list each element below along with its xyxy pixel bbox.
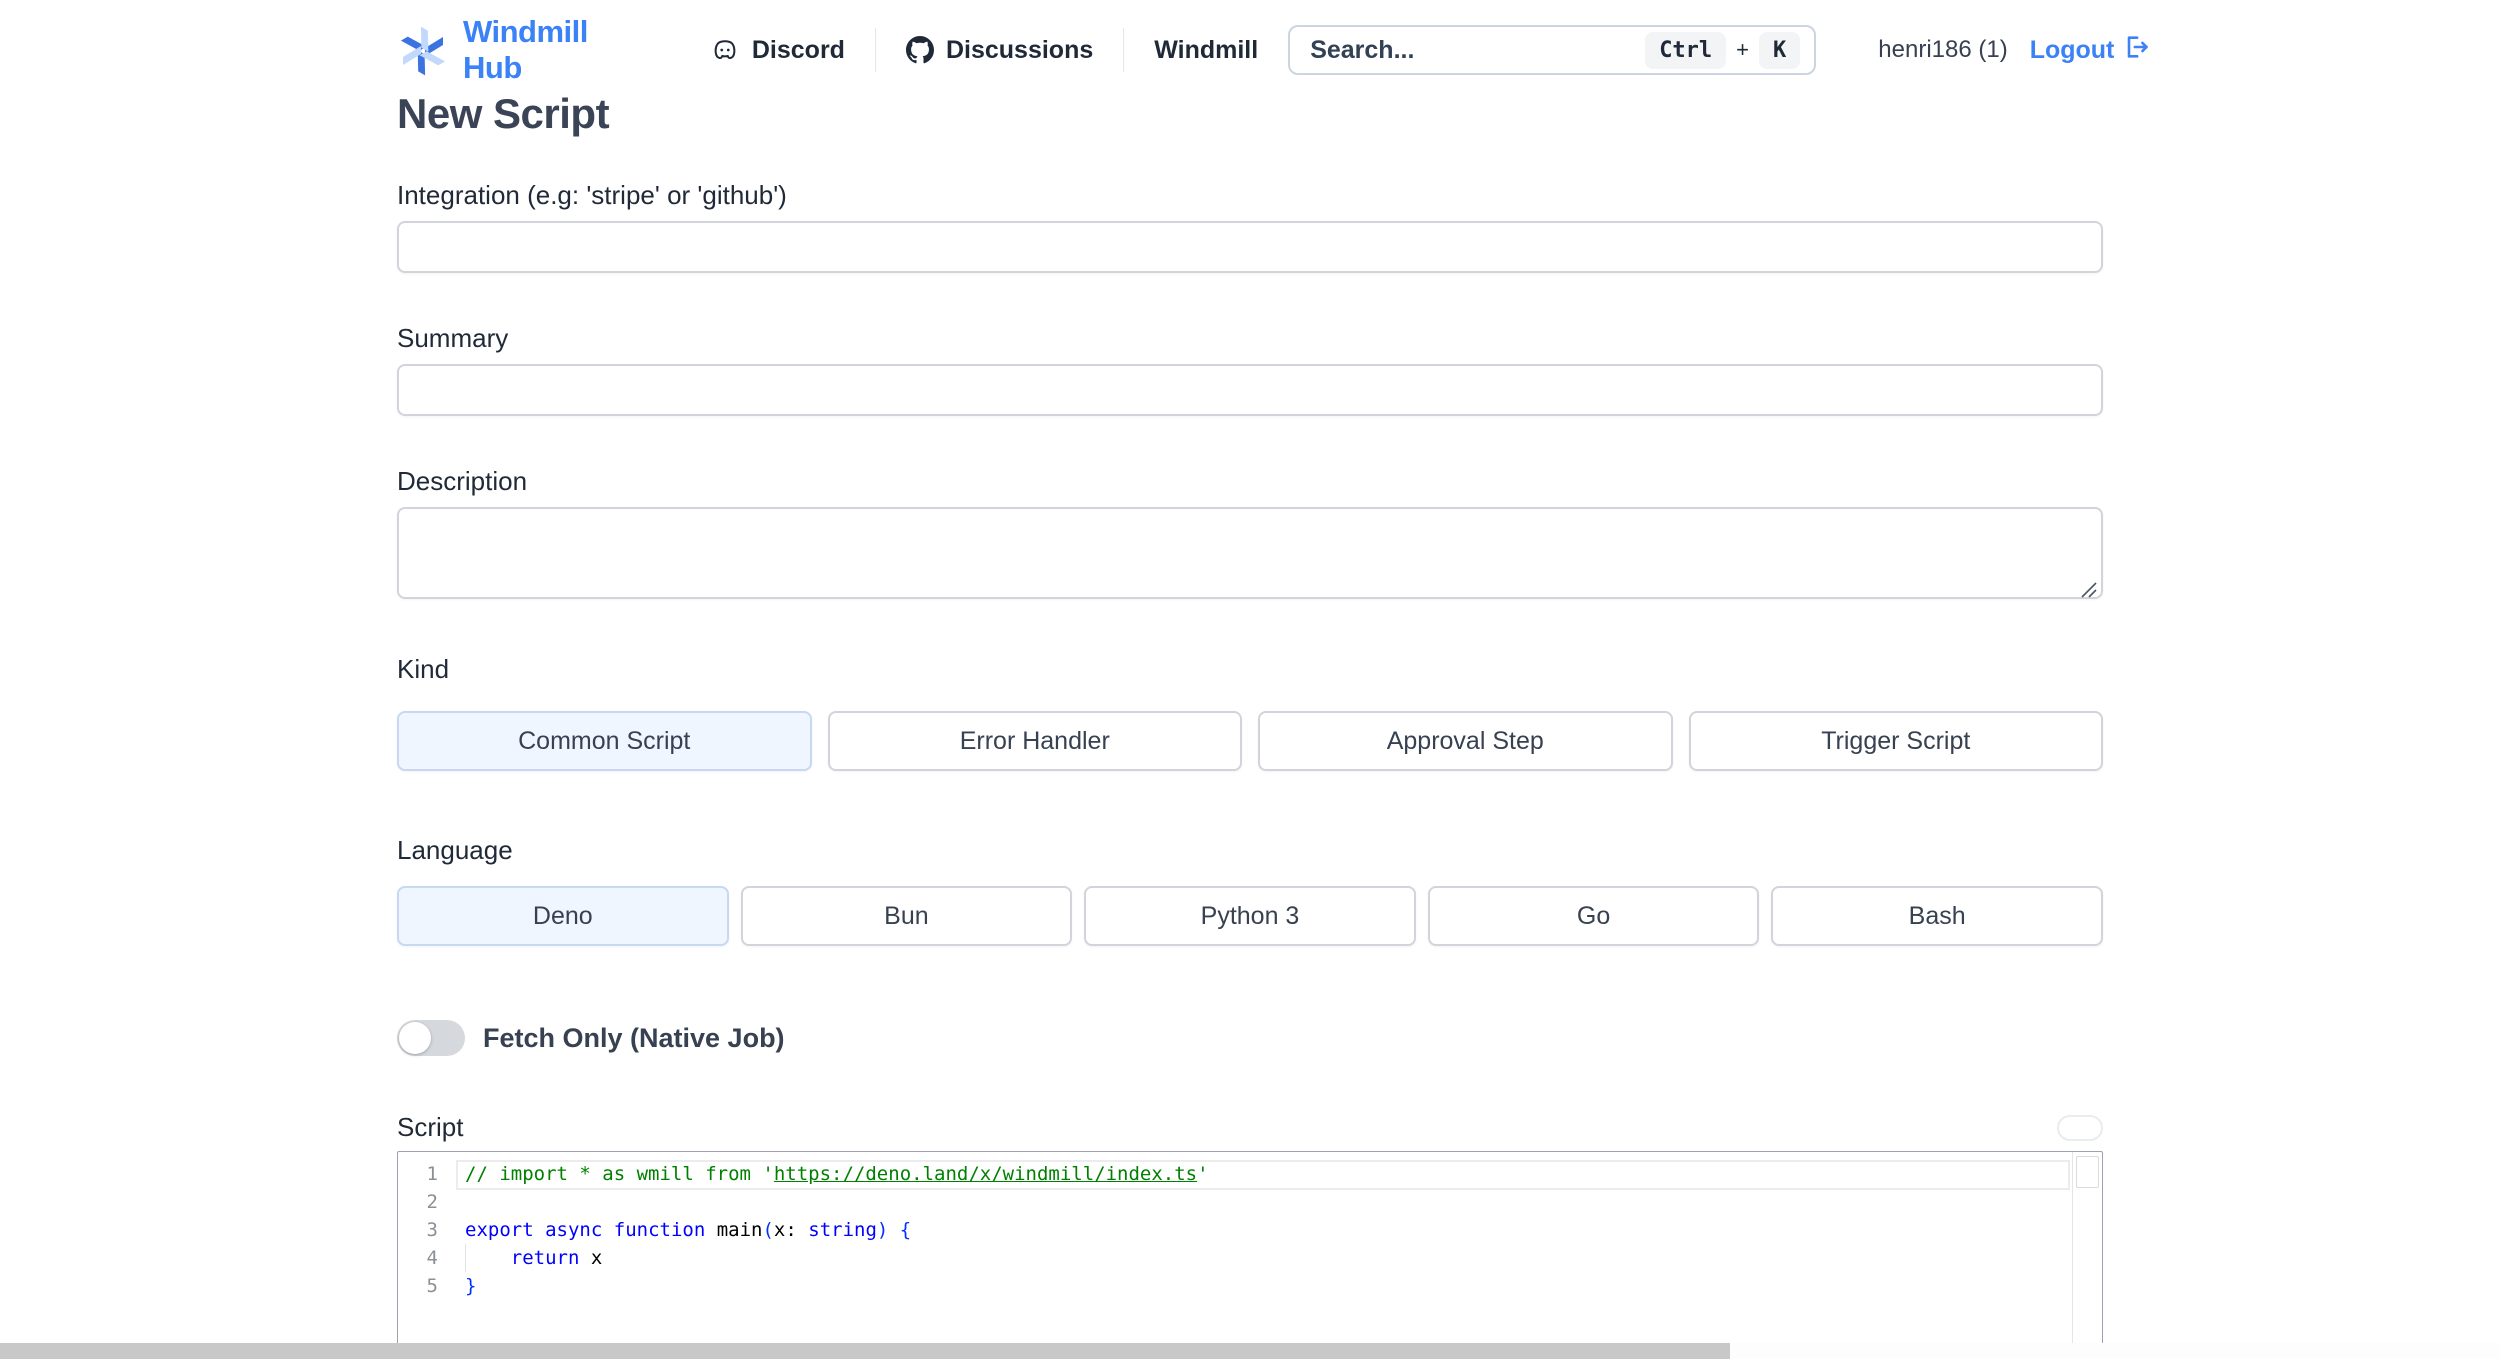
integration-label: Integration (e.g: 'stripe' or 'github') [397,180,787,210]
kbd-ctrl: Ctrl [1645,31,1727,69]
toggle-knob-icon [399,1022,431,1054]
code-line-2[interactable]: 2 [398,1188,2102,1216]
nav-discussions[interactable]: Discussions [876,36,1123,65]
kind-label: Kind [397,654,450,684]
kind-option-common-script[interactable]: Common Script [397,711,812,771]
windmill-hub-logo[interactable]: Windmill Hub [397,14,588,86]
language-option-go[interactable]: Go [1427,886,1760,946]
code-lines: 1 // import * as wmill from 'https://deno… [398,1152,2102,1300]
brand-name: Windmill Hub [463,14,588,85]
line-number: 4 [426,1247,438,1269]
language-option-bun[interactable]: Bun [740,886,1073,946]
kind-option-trigger-script[interactable]: Trigger Script [1688,711,2103,771]
language-options: Deno Bun Python 3 Go Bash [397,886,2103,946]
description-label: Description [397,466,528,496]
description-textarea[interactable] [397,507,2103,599]
logout-label: Logout [2029,35,2115,64]
code-text: export async function main(x: string) { [465,1219,912,1241]
nav-windmill-label: Windmill [1154,35,1259,64]
search-input[interactable] [1310,35,1646,65]
kind-option-error-handler[interactable]: Error Handler [827,711,1242,771]
line-number: 3 [426,1219,438,1241]
nav-discord[interactable]: Discord [680,35,875,65]
kbd-plus: + [1736,37,1750,62]
line-number: 5 [426,1275,438,1297]
summary-input[interactable] [397,364,2103,416]
code-line-5[interactable]: 5} [398,1272,2102,1300]
kind-options: Common Script Error Handler Approval Step T… [397,711,2103,771]
user-area: henri186 (1) Logout [1878,33,2150,68]
nav-discord-label: Discord [751,35,845,64]
code-line-4[interactable]: 4 return x [398,1244,2102,1272]
script-label: Script [397,1112,464,1142]
summary-label: Summary [397,323,509,353]
language-label: Language [397,835,513,865]
username: henri186 (1) [1878,36,2008,63]
logout-button[interactable]: Logout [2030,33,2151,68]
integration-input[interactable] [397,221,2103,273]
kbd-k: K [1759,31,1801,69]
fetch-only-toggle[interactable] [397,1020,465,1056]
language-option-python-3[interactable]: Python 3 [1084,886,1416,946]
horizontal-scrollbar-thumb[interactable] [0,1343,1730,1359]
windmill-logo-icon [397,24,449,76]
kind-option-approval-step[interactable]: Approval Step [1258,711,1673,771]
minimap-slider[interactable] [2076,1156,2099,1188]
code-line-3[interactable]: 3 export async function main(x: string) { [398,1216,2102,1244]
github-icon [905,36,934,64]
code-line-1[interactable]: 1 // import * as wmill from 'https://deno… [398,1160,2102,1190]
code-text: // import * as wmill from 'https://deno.… [465,1163,1209,1185]
discord-icon [710,35,740,65]
header: Windmill Hub Discord Discussions Windmil… [397,0,2149,85]
nav-discussions-label: Discussions [945,35,1094,64]
logout-icon [2122,33,2150,68]
fetch-only-row: Fetch Only (Native Job) [397,1020,2103,1056]
fetch-only-label: Fetch Only (Native Job) [483,1022,785,1053]
page-title: New Script [397,90,610,137]
editor-toggle-pill[interactable] [2057,1114,2103,1141]
search-box[interactable]: Ctrl + K [1288,25,1817,75]
nav-windmill[interactable]: Windmill [1124,36,1288,65]
code-text: return x [510,1247,603,1269]
language-option-deno[interactable]: Deno [397,886,729,946]
line-number: 1 [426,1163,438,1185]
main-nav: Discord Discussions Windmill [680,28,1288,72]
editor-minimap[interactable] [2072,1152,2102,1359]
code-editor[interactable]: 1 // import * as wmill from 'https://deno… [397,1151,2103,1359]
horizontal-scrollbar[interactable] [0,1343,2500,1359]
code-text: } [465,1275,477,1297]
language-option-bash[interactable]: Bash [1771,886,2103,946]
line-number: 2 [426,1191,438,1213]
